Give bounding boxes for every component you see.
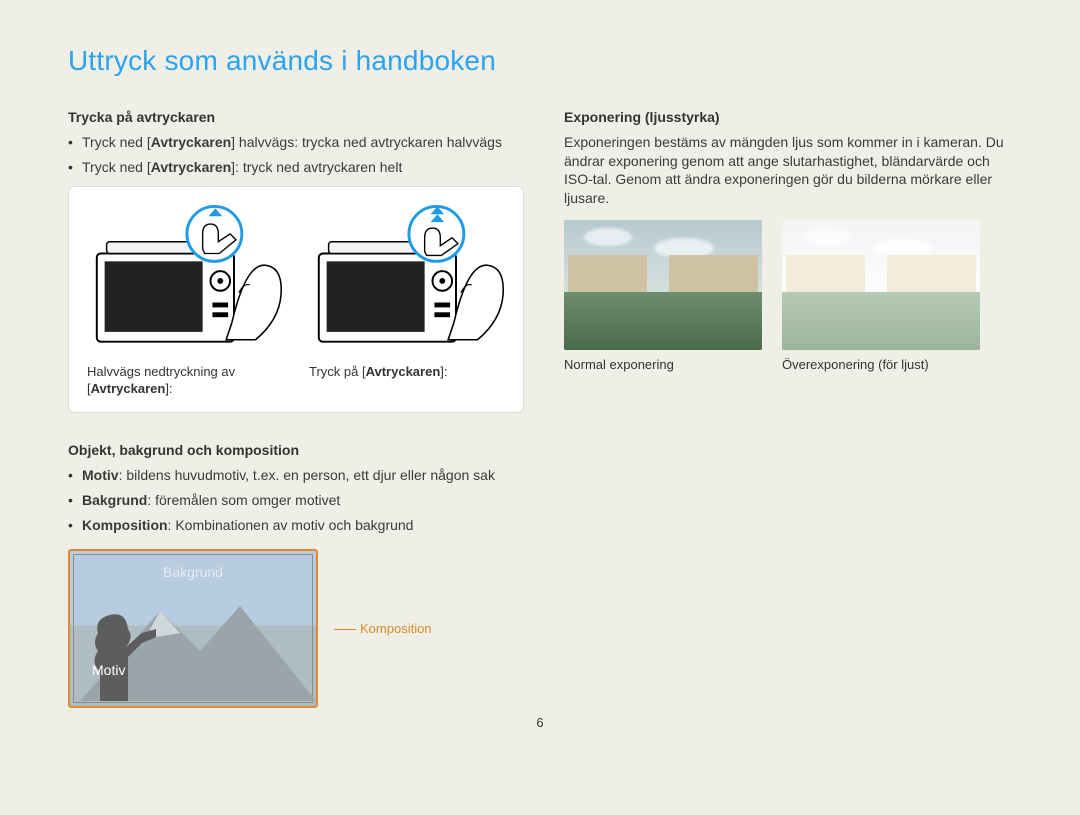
photo-panel-normal: Normal exponering bbox=[564, 220, 762, 374]
composition-side-label: Komposition bbox=[334, 619, 432, 638]
leader-line-icon bbox=[334, 629, 356, 630]
figure-caption-half: Halvvägs nedtryckning av [Avtryckaren]: bbox=[87, 364, 283, 398]
photo-over-exposure bbox=[782, 220, 980, 350]
bullet-item: Tryck ned [Avtryckaren] halvvägs: trycka… bbox=[68, 133, 524, 152]
page-number: 6 bbox=[68, 714, 1012, 732]
bullet-post: ] halvvägs: trycka ned avtryckaren halvv… bbox=[231, 134, 502, 150]
camera-half-press-icon bbox=[87, 203, 283, 353]
composition-frame: Bakgrund Motiv bbox=[68, 549, 318, 708]
figure-panel-half-press: Halvvägs nedtryckning av [Avtryckaren]: bbox=[87, 203, 283, 398]
label-bakgrund: Bakgrund bbox=[70, 563, 316, 582]
bullet-strong: Avtryckaren bbox=[151, 134, 231, 150]
page-title: Uttryck som används i handboken bbox=[68, 42, 1012, 80]
photo-caption-over: Överexponering (för ljust) bbox=[782, 356, 980, 374]
section-heading-shutter: Trycka på avtryckaren bbox=[68, 108, 524, 127]
photo-panel-over: Överexponering (för ljust) bbox=[782, 220, 980, 374]
camera-full-press-icon bbox=[309, 203, 505, 353]
exposure-photos: Normal exponering Överexponering (för lj… bbox=[564, 220, 1012, 374]
figure-caption-full: Tryck på [Avtryckaren]: bbox=[309, 364, 505, 381]
bullets-composition: Motiv: bildens huvudmotiv, t.ex. en pers… bbox=[68, 466, 524, 535]
bullet-post: ]: tryck ned avtryckaren helt bbox=[231, 159, 402, 175]
label-motiv: Motiv bbox=[92, 661, 125, 680]
left-column: Trycka på avtryckaren Tryck ned [Avtryck… bbox=[68, 108, 524, 708]
bullet-pre: Tryck ned [ bbox=[82, 159, 151, 175]
composition-figure: Bakgrund Motiv Komposition bbox=[68, 549, 524, 708]
right-column: Exponering (ljusstyrka) Exponeringen bes… bbox=[564, 108, 1012, 708]
bullet-item: Tryck ned [Avtryckaren]: tryck ned avtry… bbox=[68, 158, 524, 177]
bullet-item: Bakgrund: föremålen som omger motivet bbox=[68, 491, 524, 510]
figure-shutter: Halvvägs nedtryckning av [Avtryckaren]: bbox=[68, 186, 524, 413]
bullets-shutter: Tryck ned [Avtryckaren] halvvägs: trycka… bbox=[68, 133, 524, 177]
bullet-item: Komposition: Kombinationen av motiv och … bbox=[68, 516, 524, 535]
section-heading-exposure: Exponering (ljusstyrka) bbox=[564, 108, 1012, 127]
bullet-strong: Avtryckaren bbox=[151, 159, 231, 175]
bullet-pre: Tryck ned [ bbox=[82, 134, 151, 150]
photo-normal-exposure bbox=[564, 220, 762, 350]
figure-panel-full-press: Tryck på [Avtryckaren]: bbox=[309, 203, 505, 398]
section-heading-composition: Objekt, bakgrund och komposition bbox=[68, 441, 524, 460]
label-komposition: Komposition bbox=[360, 621, 432, 636]
photo-caption-normal: Normal exponering bbox=[564, 356, 762, 374]
exposure-paragraph: Exponeringen bestäms av mängden ljus som… bbox=[564, 133, 1012, 209]
bullet-item: Motiv: bildens huvudmotiv, t.ex. en pers… bbox=[68, 466, 524, 485]
